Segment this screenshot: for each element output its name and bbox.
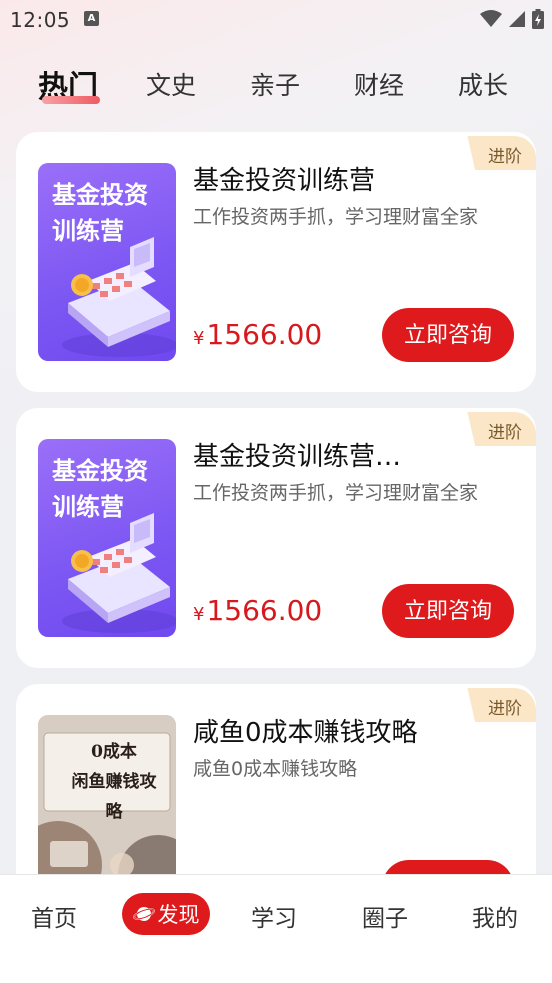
currency-symbol: ¥	[193, 328, 205, 349]
nav-circle[interactable]: 圈子	[362, 899, 408, 933]
cash-register-illustration	[62, 237, 176, 357]
badge-label: 进阶	[488, 423, 522, 443]
wifi-icon	[480, 10, 502, 27]
tab-finance[interactable]: 财经	[354, 66, 404, 102]
system-icons	[480, 9, 544, 29]
signal-icon	[509, 11, 525, 27]
consult-button[interactable]: 立即咨询	[382, 308, 514, 362]
planet-icon	[132, 907, 155, 921]
course-card[interactable]: 进阶 基金投资 训练营 基金投资训练营 工作投资两手抓，学习理财富全家 ¥156…	[16, 132, 536, 392]
course-subtitle: 工作投资两手抓，学习理财富全家	[193, 482, 479, 504]
level-badge: 进阶	[467, 688, 536, 722]
course-card[interactable]: 进阶 基金投资 训练营 基金投资训练营… 工作投资两手抓，学习理财富全家 ¥15…	[16, 408, 536, 668]
course-cover-image[interactable]: 基金投资 训练营	[38, 439, 176, 637]
badge-label: 进阶	[488, 147, 522, 167]
battery-icon	[532, 9, 544, 29]
course-price: ¥1566.00	[193, 594, 322, 627]
course-subtitle: 咸鱼0成本赚钱攻略	[193, 758, 358, 780]
tab-parenting[interactable]: 亲子	[250, 66, 300, 102]
nav-home[interactable]: 首页	[31, 899, 77, 933]
badge-label: 进阶	[488, 699, 522, 719]
course-title[interactable]: 基金投资训练营	[193, 160, 375, 197]
tab-growth[interactable]: 成长	[458, 66, 508, 102]
nav-mine[interactable]: 我的	[472, 899, 518, 933]
price-value: 1566.00	[206, 594, 323, 627]
consult-button[interactable]: 立即咨询	[382, 584, 514, 638]
price-value: 1566.00	[206, 318, 323, 351]
level-badge: 进阶	[467, 136, 536, 170]
cover-text-line: 0成本	[91, 742, 137, 762]
level-badge: 进阶	[467, 412, 536, 446]
course-price: ¥1566.00	[193, 318, 322, 351]
course-cover-image[interactable]: 基金投资 训练营	[38, 163, 176, 361]
cash-register-illustration	[62, 513, 176, 633]
nav-learn[interactable]: 学习	[251, 899, 297, 933]
status-time: 12:05	[10, 8, 71, 32]
cover-text-line: 闲鱼赚钱攻略	[71, 772, 157, 822]
currency-symbol: ¥	[193, 604, 205, 625]
tab-history[interactable]: 文史	[146, 66, 196, 102]
category-tabs: 热门 文史 亲子 财经 成长	[0, 62, 552, 112]
status-bar: 12:05 A	[0, 0, 552, 38]
course-subtitle: 工作投资两手抓，学习理财富全家	[193, 206, 479, 228]
nav-discover-label: 发现	[157, 903, 200, 927]
nav-discover[interactable]: 发现	[122, 893, 210, 935]
notification-icon: A	[84, 11, 99, 26]
bottom-navigation: 首页 发现 学习 圈子 我的	[0, 874, 552, 983]
active-tab-indicator	[42, 96, 100, 104]
cover-text: 0成本 闲鱼赚钱攻略	[64, 737, 164, 827]
course-title[interactable]: 咸鱼0成本赚钱攻略	[193, 712, 418, 749]
course-title[interactable]: 基金投资训练营…	[193, 436, 401, 473]
